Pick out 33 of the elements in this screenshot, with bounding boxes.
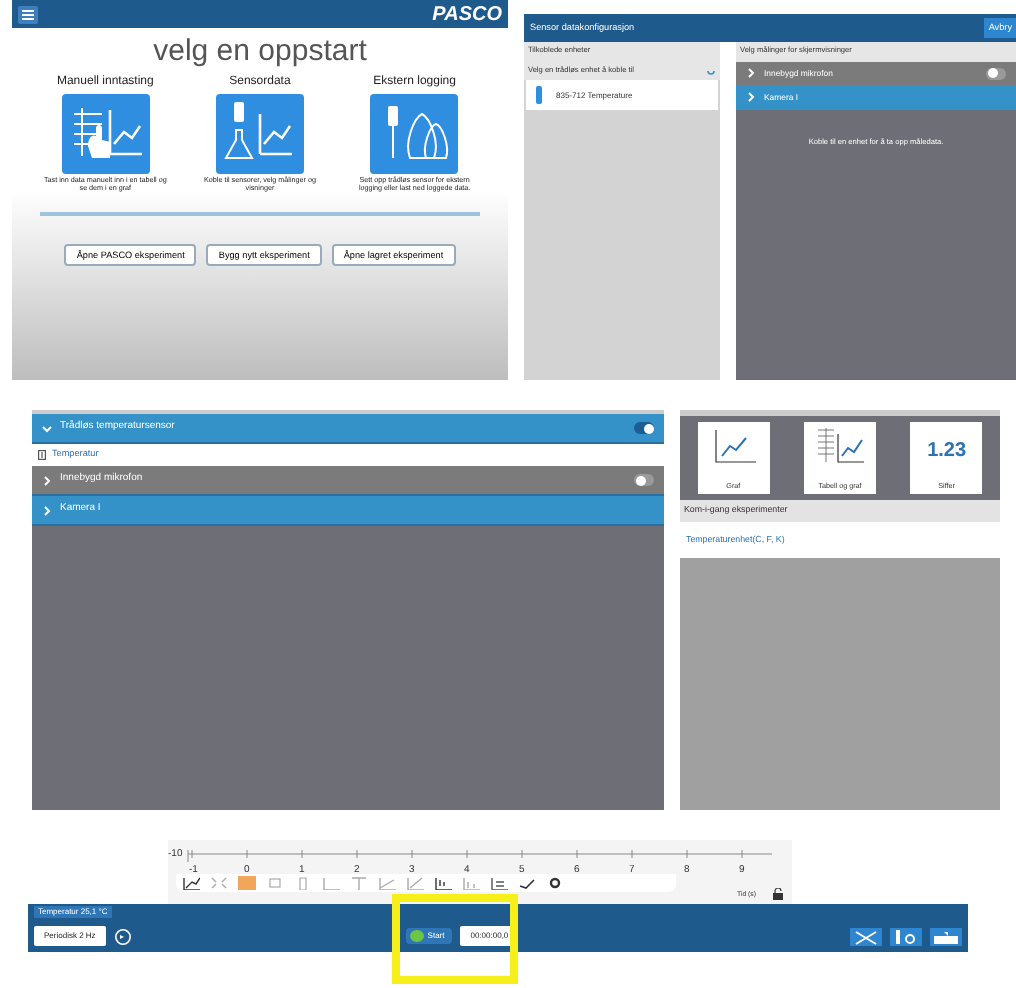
sensor-connect-button[interactable]	[890, 927, 922, 945]
chevron-right-icon	[746, 92, 756, 103]
slope-icon[interactable]	[406, 876, 424, 890]
highlight-frame	[392, 894, 518, 984]
sensor-icon	[534, 86, 544, 105]
lock-icon	[772, 888, 784, 901]
option-tile[interactable]	[215, 93, 304, 173]
logo-text: PASCO	[432, 1, 502, 29]
chevron-right-icon	[42, 475, 52, 485]
scale-icon[interactable]	[210, 876, 228, 890]
chevron-down-icon	[42, 423, 52, 433]
menu-button[interactable]	[18, 5, 38, 23]
start-heading: velg en oppstart	[151, 36, 369, 69]
toggle-switch[interactable]	[634, 474, 654, 486]
thermometer-icon	[38, 450, 46, 460]
sampling-options-button[interactable]	[113, 927, 132, 945]
chevron-right-icon	[42, 505, 52, 515]
tools-button[interactable]	[850, 927, 882, 945]
table-graph-icon	[813, 426, 866, 466]
bar-icon[interactable]	[434, 876, 452, 890]
lines-icon[interactable]	[490, 876, 508, 890]
menu-icon	[22, 9, 34, 19]
toggle-switch[interactable]	[986, 67, 1006, 80]
fit-icon[interactable]	[378, 876, 396, 890]
digits-value: 1.23	[927, 438, 967, 466]
graph-icon[interactable]	[182, 876, 200, 890]
toggle-switch[interactable]	[634, 422, 654, 434]
tools-icon	[850, 927, 882, 945]
settings-icon[interactable]	[546, 876, 564, 890]
chevron-right-icon	[746, 68, 756, 79]
spinner-icon	[706, 65, 716, 76]
option-tile[interactable]	[370, 93, 459, 173]
option-tile[interactable]	[61, 93, 150, 173]
